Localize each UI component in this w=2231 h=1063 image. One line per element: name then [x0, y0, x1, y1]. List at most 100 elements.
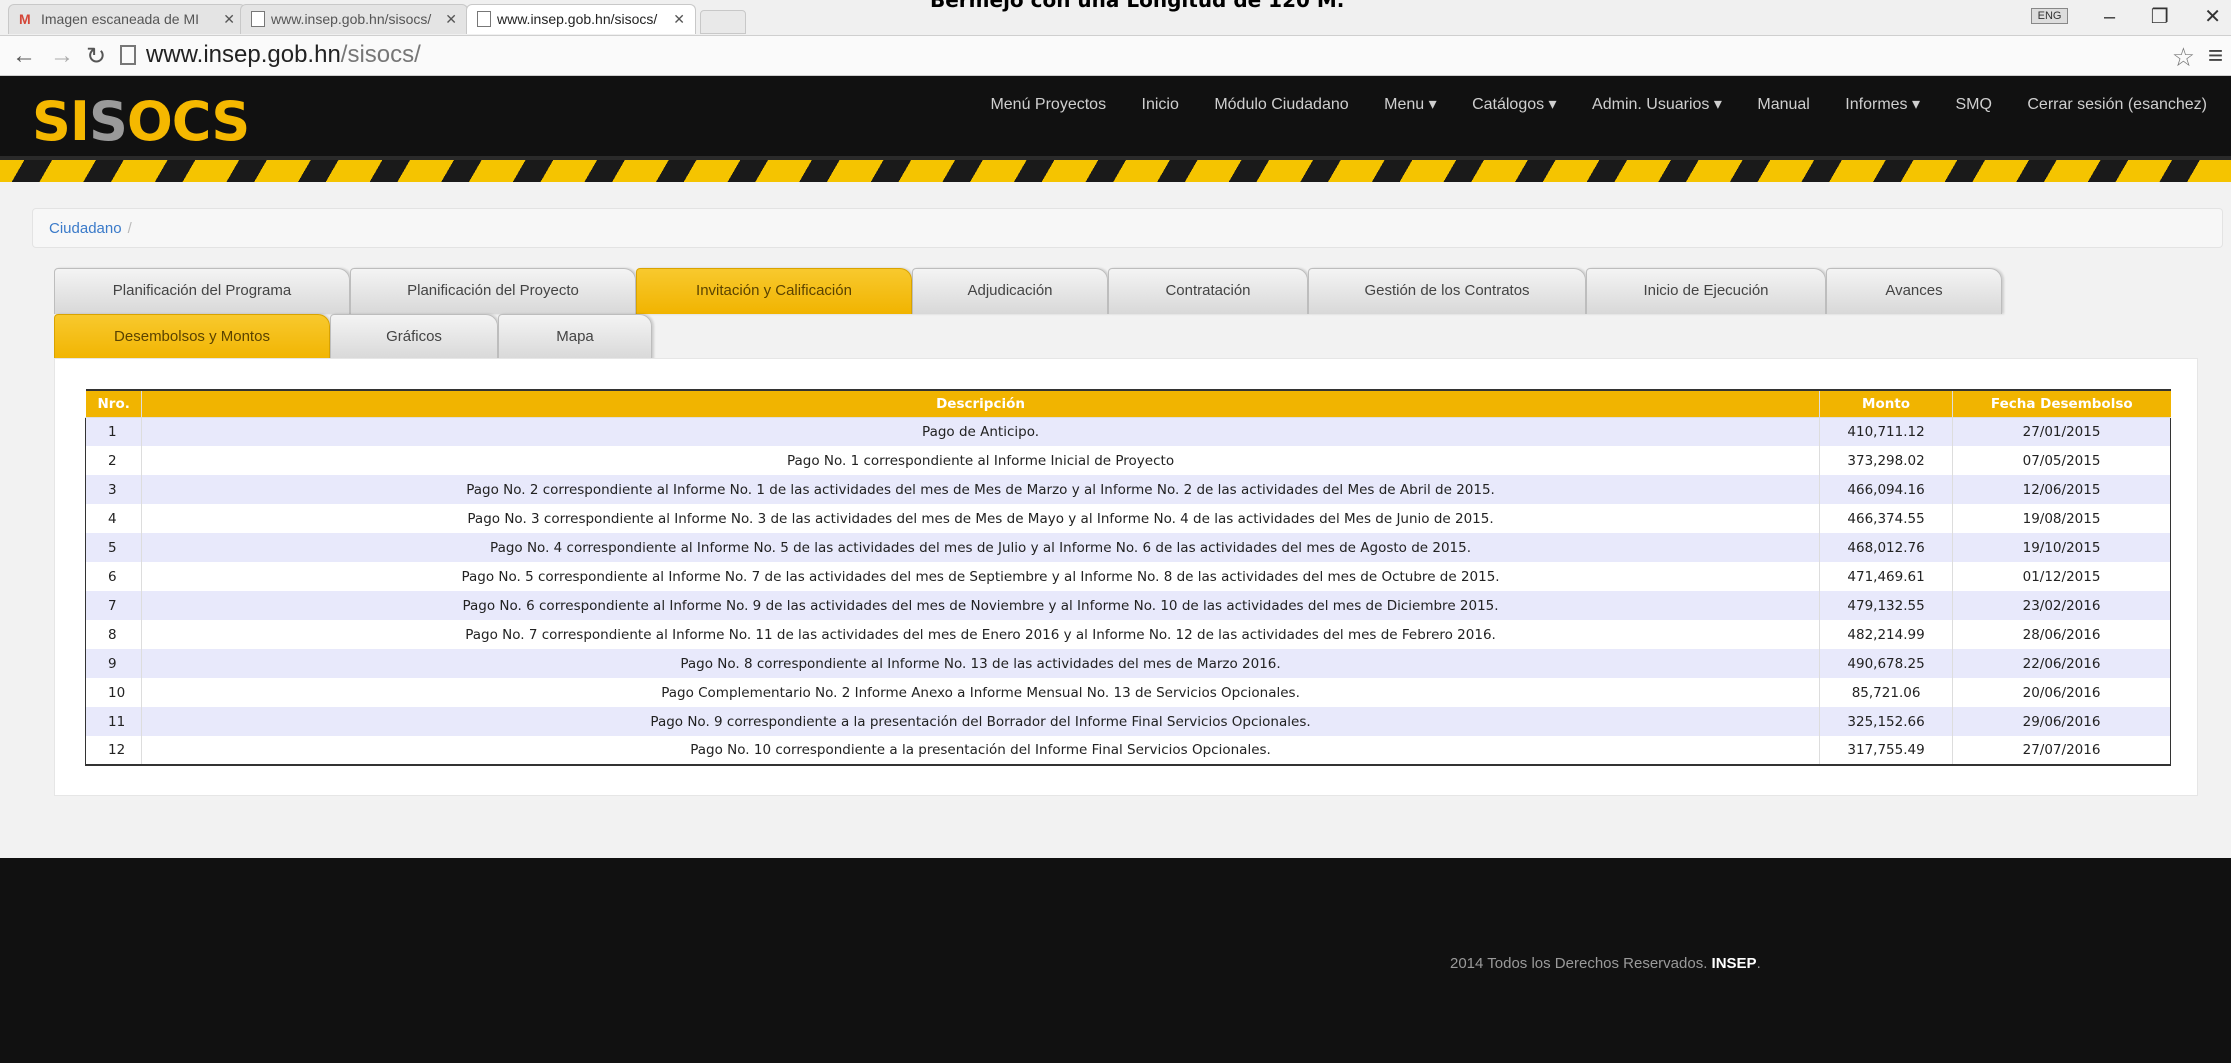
- cell-monto: 317,755.49: [1819, 736, 1953, 766]
- tab-contratacion[interactable]: Contratación: [1108, 268, 1308, 314]
- back-arrow-icon[interactable]: ←: [12, 42, 36, 70]
- cell-fecha: 07/05/2015: [1952, 446, 2171, 475]
- cell-fecha: 22/06/2016: [1952, 649, 2171, 678]
- tab-graficos[interactable]: Gráficos: [330, 314, 498, 360]
- site-header: SISOCS Menú Proyectos Inicio Módulo Ciud…: [0, 76, 2231, 182]
- tab-adjudicacion[interactable]: Adjudicación: [912, 268, 1108, 314]
- cell-monto: 373,298.02: [1819, 446, 1953, 475]
- cell-nro: 1: [85, 417, 142, 446]
- cell-descripcion: Pago No. 10 correspondiente a la present…: [140, 736, 1820, 766]
- tab-avances[interactable]: Avances: [1826, 268, 2002, 314]
- browser-tab[interactable]: www.insep.gob.hn/sisocs/ ✕: [240, 4, 468, 34]
- browser-tab[interactable]: M Imagen escaneada de MI ✕: [8, 4, 246, 34]
- column-header-fecha[interactable]: Fecha Desembolso: [1952, 389, 2171, 418]
- table-row[interactable]: 5 Pago No. 4 correspondiente al Informe N…: [85, 533, 2171, 562]
- nav-catalogos-dropdown[interactable]: Catálogos ▾: [1472, 96, 1557, 113]
- browser-tab-label: www.insep.gob.hn/sisocs/: [271, 11, 432, 27]
- cell-descripcion: Pago No. 7 correspondiente al Informe No…: [140, 620, 1820, 649]
- cell-fecha: 19/10/2015: [1952, 533, 2171, 562]
- cell-descripcion: Pago No. 6 correspondiente al Informe No…: [140, 591, 1820, 620]
- browser-tab-label: Imagen escaneada de MI: [41, 11, 199, 27]
- browser-tab-bar: M Imagen escaneada de MI ✕ www.insep.gob.…: [0, 0, 2231, 36]
- cell-fecha: 20/06/2016: [1952, 678, 2171, 707]
- table-row[interactable]: 4 Pago No. 3 correspondiente al Informe N…: [85, 504, 2171, 533]
- reload-icon[interactable]: ↻: [86, 42, 106, 71]
- cell-descripcion: Pago No. 1 correspondiente al Informe In…: [140, 446, 1820, 475]
- cell-nro: 5: [85, 533, 142, 562]
- cell-fecha: 29/06/2016: [1952, 707, 2171, 736]
- page-icon: [120, 45, 136, 65]
- minimize-icon[interactable]: –: [2104, 6, 2115, 29]
- address-bar: ← → ↻ www.insep.gob.hn/sisocs/ ☆ ≡: [0, 36, 2231, 76]
- cell-fecha: 23/02/2016: [1952, 591, 2171, 620]
- url-path: /sisocs/: [340, 41, 421, 68]
- url-field[interactable]: www.insep.gob.hn/sisocs/: [120, 40, 2170, 70]
- cell-monto: 479,132.55: [1819, 591, 1953, 620]
- cell-monto: 490,678.25: [1819, 649, 1953, 678]
- nav-admin-usuarios-dropdown[interactable]: Admin. Usuarios ▾: [1592, 96, 1722, 113]
- tab-planificacion-proyecto[interactable]: Planificación del Proyecto: [350, 268, 636, 314]
- breadcrumb-ciudadano[interactable]: Ciudadano: [49, 220, 122, 237]
- nav-cerrar-sesion[interactable]: Cerrar sesión (esanchez): [2027, 96, 2207, 113]
- nav-inicio[interactable]: Inicio: [1142, 96, 1179, 113]
- tab-mapa[interactable]: Mapa: [498, 314, 652, 360]
- table-row[interactable]: 9 Pago No. 8 correspondiente al Informe N…: [85, 649, 2171, 678]
- sisocs-logo[interactable]: SISOCS: [32, 90, 250, 153]
- forward-arrow-icon[interactable]: →: [50, 42, 74, 70]
- cell-fecha: 12/06/2015: [1952, 475, 2171, 504]
- nav-informes-dropdown[interactable]: Informes ▾: [1845, 96, 1920, 113]
- cell-fecha: 01/12/2015: [1952, 562, 2171, 591]
- nav-smq[interactable]: SMQ: [1955, 96, 1991, 113]
- table-row[interactable]: 1 Pago de Anticipo. 410,711.12 27/01/2015: [85, 417, 2171, 446]
- tab-inicio-ejecucion[interactable]: Inicio de Ejecución: [1586, 268, 1826, 314]
- bookmark-star-icon[interactable]: ☆: [2172, 42, 2195, 73]
- cell-nro: 4: [85, 504, 142, 533]
- tab-gestion-contratos[interactable]: Gestión de los Contratos: [1308, 268, 1586, 314]
- cell-nro: 10: [85, 678, 142, 707]
- table-row[interactable]: 2 Pago No. 1 correspondiente al Informe I…: [85, 446, 2171, 475]
- close-icon[interactable]: ✕: [223, 11, 235, 28]
- gmail-icon: M: [19, 11, 31, 27]
- tab-planificacion-programa[interactable]: Planificación del Programa: [54, 268, 350, 314]
- browser-tab-active[interactable]: www.insep.gob.hn/sisocs/ ✕: [466, 4, 696, 34]
- nav-menu-proyectos[interactable]: Menú Proyectos: [990, 96, 1106, 113]
- logo-part: SI: [32, 90, 90, 153]
- column-header-monto[interactable]: Monto: [1819, 389, 1953, 418]
- table-row[interactable]: 7 Pago No. 6 correspondiente al Informe N…: [85, 591, 2171, 620]
- close-window-icon[interactable]: ✕: [2204, 4, 2221, 29]
- nav-menu-dropdown[interactable]: Menu ▾: [1384, 96, 1437, 113]
- browser-menu-icon[interactable]: ≡: [2208, 40, 2223, 71]
- column-header-descripcion[interactable]: Descripción: [140, 389, 1820, 418]
- cell-descripcion: Pago No. 5 correspondiente al Informe No…: [140, 562, 1820, 591]
- table-row[interactable]: 8 Pago No. 7 correspondiente al Informe N…: [85, 620, 2171, 649]
- cell-nro: 2: [85, 446, 142, 475]
- cell-nro: 8: [85, 620, 142, 649]
- nav-modulo-ciudadano[interactable]: Módulo Ciudadano: [1214, 96, 1348, 113]
- tab-invitacion-calificacion[interactable]: Invitación y Calificación: [636, 268, 912, 314]
- nav-manual[interactable]: Manual: [1757, 96, 1809, 113]
- top-navigation: Menú Proyectos Inicio Módulo Ciudadano M…: [959, 94, 2207, 114]
- new-tab-button[interactable]: [700, 10, 746, 34]
- table-row[interactable]: 6 Pago No. 5 correspondiente al Informe N…: [85, 562, 2171, 591]
- table-row[interactable]: 3 Pago No. 2 correspondiente al Informe N…: [85, 475, 2171, 504]
- logo-part: OCS: [126, 90, 250, 153]
- logo-part: S: [88, 90, 128, 153]
- footer-brand: INSEP: [1711, 955, 1757, 972]
- cell-fecha: 28/06/2016: [1952, 620, 2171, 649]
- cell-monto: 466,094.16: [1819, 475, 1953, 504]
- cell-nro: 9: [85, 649, 142, 678]
- document-icon: [251, 11, 265, 27]
- hazard-stripe: [0, 160, 2231, 182]
- cell-nro: 7: [85, 591, 142, 620]
- scan-overlay-text: Bermejo con una Longitud de 120 M.: [930, 0, 1345, 12]
- column-header-nro[interactable]: Nro.: [85, 389, 142, 418]
- tab-desembolsos-montos[interactable]: Desembolsos y Montos: [54, 314, 330, 360]
- cell-descripcion: Pago No. 2 correspondiente al Informe No…: [140, 475, 1820, 504]
- table-row[interactable]: 12 Pago No. 10 correspondiente a la prese…: [85, 736, 2171, 766]
- close-icon[interactable]: ✕: [445, 11, 457, 28]
- table-row[interactable]: 11 Pago No. 9 correspondiente a la presen…: [85, 707, 2171, 736]
- restore-icon[interactable]: ❐: [2151, 4, 2169, 29]
- browser-tab-label: www.insep.gob.hn/sisocs/: [497, 11, 658, 27]
- table-row[interactable]: 10 Pago Complementario No. 2 Informe Anex…: [85, 678, 2171, 707]
- close-icon[interactable]: ✕: [673, 11, 685, 28]
